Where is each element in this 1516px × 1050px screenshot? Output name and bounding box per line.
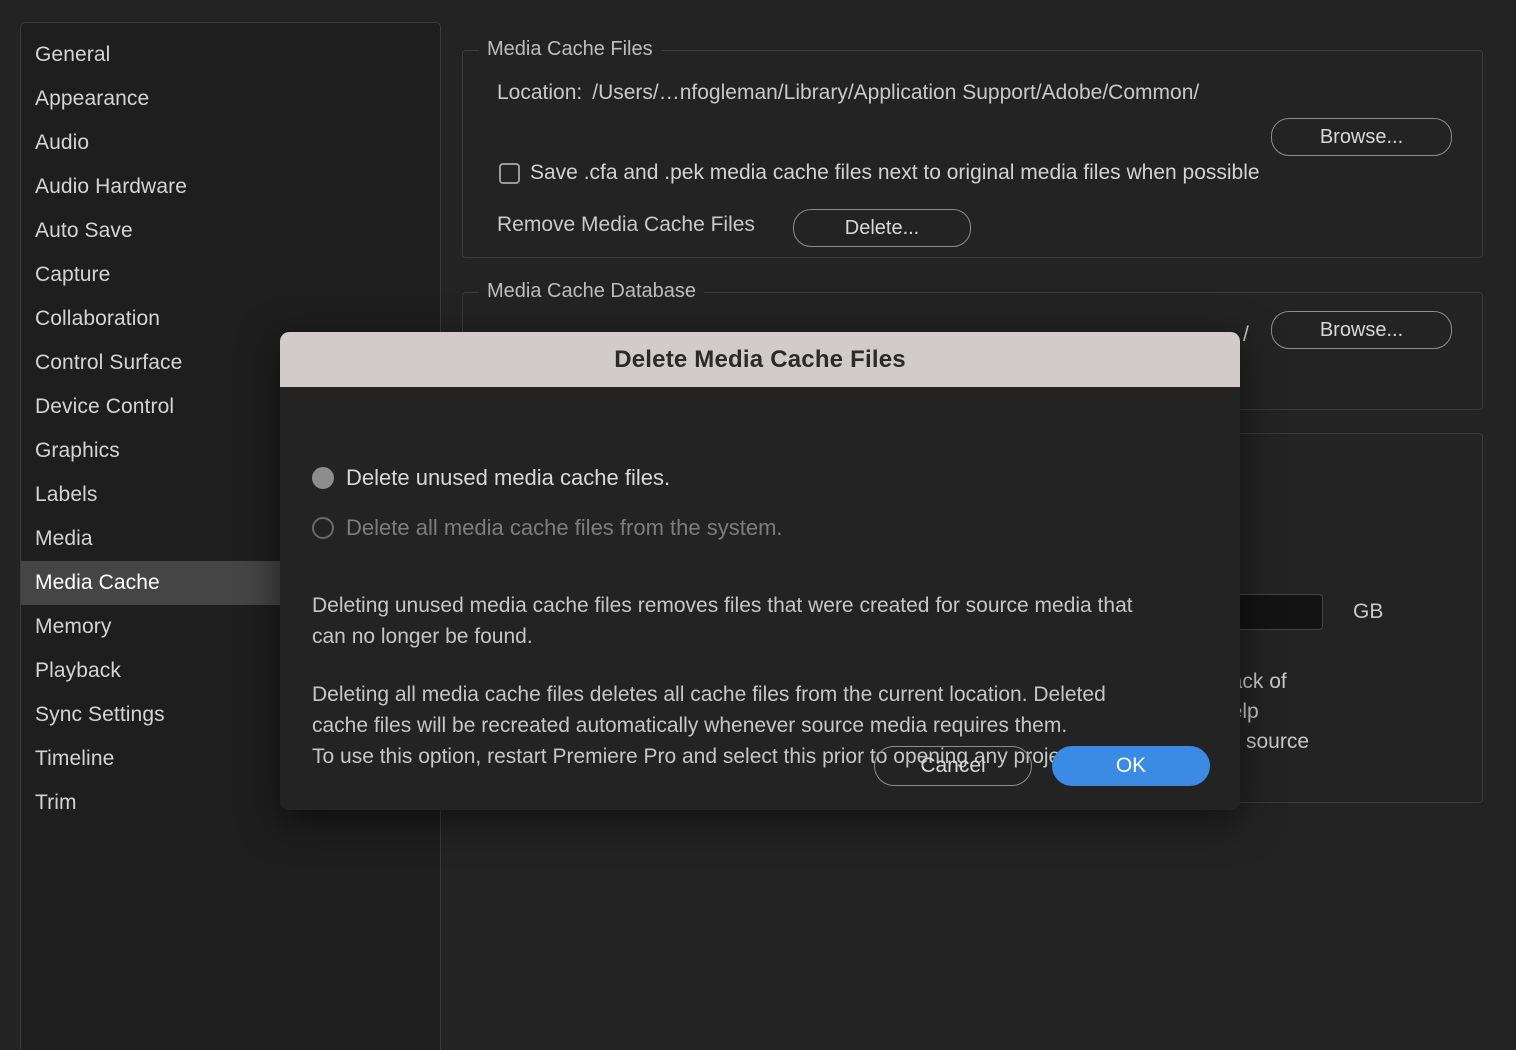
browse-button-media-cache-database[interactable]: Browse...	[1271, 311, 1452, 349]
location-row: Location: /Users/…nfogleman/Library/Appl…	[497, 81, 1199, 105]
dialog-title: Delete Media Cache Files	[614, 345, 906, 373]
ok-button[interactable]: OK	[1052, 746, 1210, 786]
group-title-media-cache-database: Media Cache Database	[479, 280, 705, 303]
database-location-path-value: /	[1243, 323, 1249, 346]
save-cfa-pek-checkbox-row[interactable]: Save .cfa and .pek media cache files nex…	[499, 161, 1260, 185]
radio-option-delete-all[interactable]: Delete all media cache files from the sy…	[312, 515, 783, 541]
preferences-window: General Appearance Audio Audio Hardware Auto…	[0, 0, 1516, 1050]
save-cfa-pek-label: Save .cfa and .pek media cache files nex…	[530, 161, 1260, 184]
sidebar-item-audio[interactable]: Audio	[21, 121, 440, 165]
sidebar-item-audio-hardware[interactable]: Audio Hardware	[21, 165, 440, 209]
sidebar-item-appearance[interactable]: Appearance	[21, 77, 440, 121]
cancel-button[interactable]: Cancel	[874, 746, 1032, 786]
radio-button-delete-unused[interactable]	[312, 467, 334, 489]
radio-button-delete-all[interactable]	[312, 517, 334, 539]
radio-option-delete-unused[interactable]: Delete unused media cache files.	[312, 465, 670, 491]
location-path-value: /Users/…nfogleman/Library/Application Su…	[592, 81, 1200, 104]
delete-media-cache-files-dialog: Delete Media Cache Files Delete unused m…	[280, 332, 1240, 810]
delete-media-cache-button[interactable]: Delete...	[793, 209, 971, 247]
radio-label-delete-unused: Delete unused media cache files.	[346, 465, 671, 490]
cache-size-unit-label: GB	[1353, 600, 1384, 623]
save-cfa-pek-checkbox[interactable]	[499, 162, 520, 184]
browse-button-media-cache-files[interactable]: Browse...	[1271, 118, 1452, 156]
radio-label-delete-all: Delete all media cache files from the sy…	[346, 515, 783, 540]
location-label: Location:	[497, 81, 583, 104]
dialog-button-row: Cancel OK	[874, 746, 1210, 786]
remove-media-cache-row: Remove Media Cache Files	[497, 213, 755, 237]
dialog-titlebar: Delete Media Cache Files	[280, 332, 1240, 387]
sidebar-item-auto-save[interactable]: Auto Save	[21, 209, 440, 253]
dialog-body: Delete unused media cache files. Delete …	[280, 387, 1240, 810]
sidebar-item-capture[interactable]: Capture	[21, 253, 440, 297]
sidebar-item-general[interactable]: General	[21, 33, 440, 77]
remove-media-cache-label: Remove Media Cache Files	[497, 213, 755, 236]
group-media-cache-files: Media Cache Files Location: /Users/…nfog…	[462, 38, 1483, 258]
group-title-media-cache-files: Media Cache Files	[479, 38, 661, 61]
dialog-paragraph-unused: Deleting unused media cache files remove…	[312, 594, 1133, 648]
